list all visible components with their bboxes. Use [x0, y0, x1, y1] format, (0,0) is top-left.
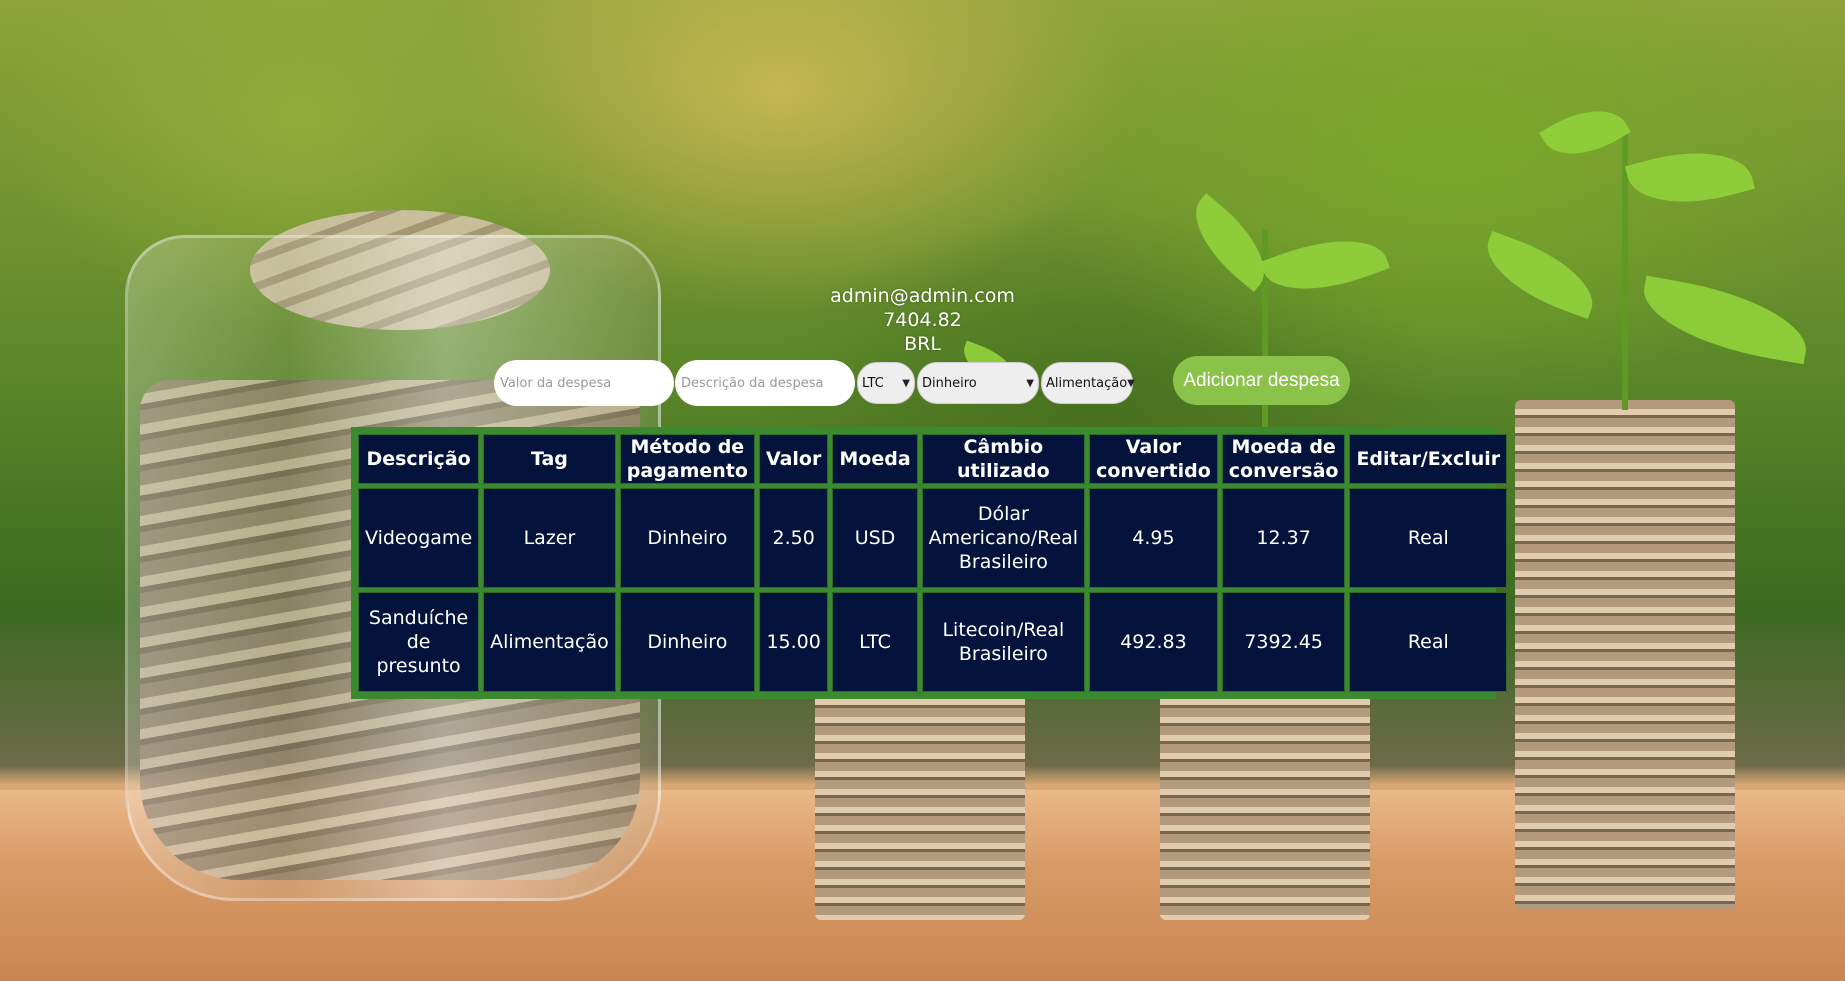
currency-select[interactable]: LTC ▼ [857, 362, 915, 404]
header-exchange-used: Câmbio utilizado [921, 434, 1086, 484]
expenses-table: Descrição Tag Método de pagamento Valor … [351, 427, 1508, 699]
cell-tag: Lazer [483, 488, 616, 588]
background-coin-stack [1515, 400, 1735, 910]
table-row: Videogame Lazer Dinheiro 2.50 USD Dólar … [358, 488, 1508, 588]
header-payment-method: Método de pagamento [619, 434, 755, 484]
chevron-down-icon: ▼ [1127, 377, 1135, 389]
header-conversion-currency: Moeda de conversão [1221, 434, 1346, 484]
cell-conversion-currency: 7392.45 [1221, 592, 1346, 692]
tag-select[interactable]: Alimentação ▼ [1041, 362, 1135, 404]
total-expenses: 7404.82 [883, 309, 962, 331]
cell-payment-method: Dinheiro [619, 488, 755, 588]
header-description: Descrição [358, 434, 480, 484]
background-coin-stack [815, 690, 1025, 920]
chevron-down-icon: ▼ [902, 377, 910, 389]
cell-edit-delete[interactable]: Real [1349, 488, 1508, 588]
header-tag: Tag [483, 434, 616, 484]
cell-edit-delete[interactable]: Real [1349, 592, 1508, 692]
background-coin-stack [1160, 690, 1370, 920]
cell-exchange-used: Dólar Americano/Real Brasileiro [921, 488, 1086, 588]
header-converted-value: Valor convertido [1089, 434, 1218, 484]
cell-payment-method: Dinheiro [619, 592, 755, 692]
table-header-row: Descrição Tag Método de pagamento Valor … [358, 434, 1508, 484]
cell-exchange-used: Litecoin/Real Brasileiro [921, 592, 1086, 692]
cell-description: Videogame [358, 488, 480, 588]
tag-select-value: Alimentação [1046, 375, 1128, 391]
cell-converted-value: 4.95 [1089, 488, 1218, 588]
payment-method-select[interactable]: Dinheiro ▼ [917, 362, 1039, 404]
cell-description: Sanduíche de presunto [358, 592, 480, 692]
background-leaf [1539, 93, 1631, 172]
description-input[interactable]: Descrição da despesa [675, 360, 855, 406]
value-input[interactable]: Valor da despesa [494, 360, 674, 406]
background-leaf [1624, 135, 1756, 220]
cell-value: 15.00 [758, 592, 829, 692]
header-value: Valor [758, 434, 829, 484]
table-row: Sanduíche de presunto Alimentação Dinhei… [358, 592, 1508, 692]
header-currency: Moeda [832, 434, 918, 484]
cell-value: 2.50 [758, 488, 829, 588]
cell-conversion-currency: 12.37 [1221, 488, 1346, 588]
payment-method-select-value: Dinheiro [922, 375, 977, 391]
value-input-placeholder: Valor da despesa [500, 375, 612, 391]
user-info: admin@admin.com 7404.82 BRL [0, 284, 1845, 356]
currency-select-value: LTC [862, 375, 884, 391]
total-currency: BRL [904, 333, 941, 355]
add-expense-button[interactable]: Adicionar despesa [1173, 356, 1350, 405]
cell-currency: USD [832, 488, 918, 588]
chevron-down-icon: ▼ [1026, 377, 1034, 389]
header-edit-delete: Editar/Excluir [1349, 434, 1508, 484]
description-input-placeholder: Descrição da despesa [681, 375, 824, 391]
cell-tag: Alimentação [483, 592, 616, 692]
cell-converted-value: 492.83 [1089, 592, 1218, 692]
user-email: admin@admin.com [830, 285, 1015, 307]
cell-currency: LTC [832, 592, 918, 692]
